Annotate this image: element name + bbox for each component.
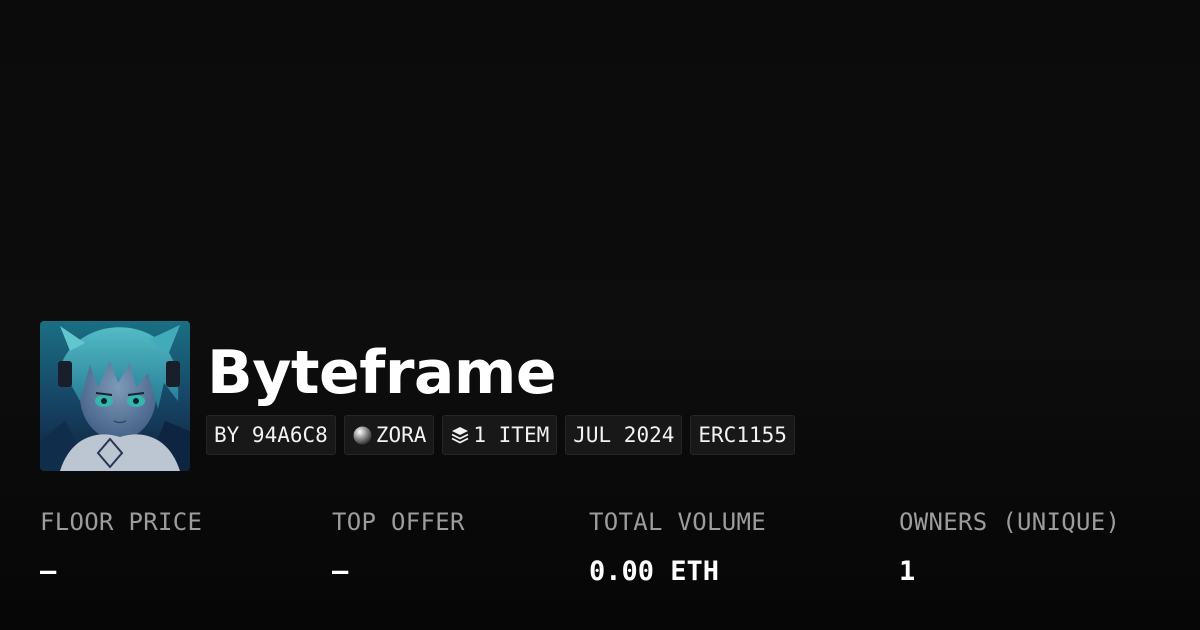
- stat-total-volume: TOTAL VOLUME 0.00 ETH: [589, 505, 766, 589]
- stat-label: OWNERS (UNIQUE): [899, 508, 1121, 536]
- avatar-illustration: [40, 321, 190, 471]
- stat-owners-unique: OWNERS (UNIQUE) 1: [899, 505, 1120, 589]
- layers-icon: [450, 425, 470, 445]
- stat-top-offer: TOP OFFER –: [332, 505, 465, 589]
- collection-share-card: { "collection": { "title": "Byteframe", …: [0, 0, 1200, 630]
- collection-avatar: [40, 321, 190, 471]
- date-tag-label: JUL 2024: [573, 423, 675, 447]
- stat-floor-price: FLOOR PRICE –: [40, 505, 202, 589]
- token-standard-label: ERC1155: [698, 423, 787, 447]
- creator-tag-label: BY 94A6C8: [214, 423, 328, 447]
- items-count-label: 1 ITEM: [473, 423, 550, 447]
- collection-title: Byteframe: [207, 338, 557, 408]
- date-tag: JUL 2024: [565, 415, 683, 455]
- stat-value: –: [332, 556, 349, 587]
- stat-value: –: [40, 556, 57, 587]
- items-count-tag[interactable]: 1 ITEM: [442, 415, 558, 455]
- stat-label: TOTAL VOLUME: [589, 508, 766, 536]
- creator-tag[interactable]: BY 94A6C8: [206, 415, 336, 455]
- collection-meta-tags: BY 94A6C8 ZORA 1 ITEM JUL 2024 ERC1155: [206, 415, 795, 455]
- network-tag[interactable]: ZORA: [343, 415, 435, 455]
- stat-label: FLOOR PRICE: [40, 508, 203, 536]
- stat-value: 0.00 ETH: [589, 556, 720, 587]
- stat-value: 1: [899, 556, 916, 587]
- stat-label: TOP OFFER: [332, 508, 465, 536]
- network-tag-label: ZORA: [375, 423, 427, 447]
- token-standard-tag: ERC1155: [690, 415, 795, 455]
- zora-orb-icon: [352, 425, 373, 446]
